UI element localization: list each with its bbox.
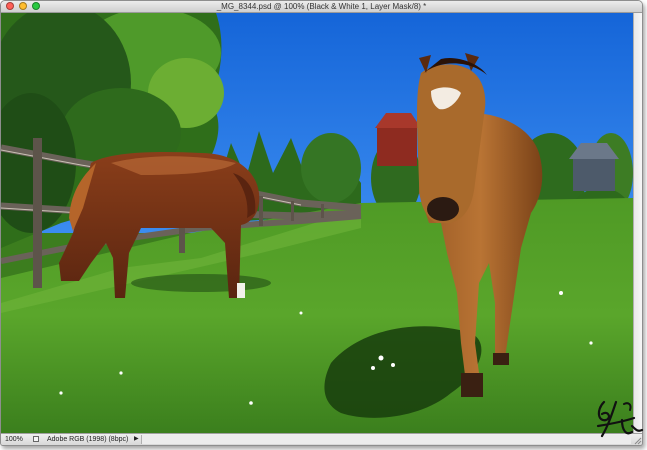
document-info: Adobe RGB (1998) (8bpc) [47,436,129,443]
window-title: _MG_8344.psd @ 100% (Black & White 1, La… [216,2,427,11]
status-bar: 100% Adobe RGB (1998) (8bpc) ▶ [1,433,642,445]
document-window: _MG_8344.psd @ 100% (Black & White 1, La… [0,0,643,446]
vertical-scrollbar[interactable] [633,13,642,433]
document-icon [33,436,39,442]
title-bar[interactable]: _MG_8344.psd @ 100% (Black & White 1, La… [1,1,642,13]
horizontal-scrollbar[interactable] [141,435,631,444]
horse-photo [1,13,633,433]
triangle-right-icon[interactable]: ▶ [134,435,139,444]
zoom-level[interactable]: 100% [5,435,29,444]
photographer-signature [596,400,644,438]
image-canvas[interactable] [1,13,633,433]
